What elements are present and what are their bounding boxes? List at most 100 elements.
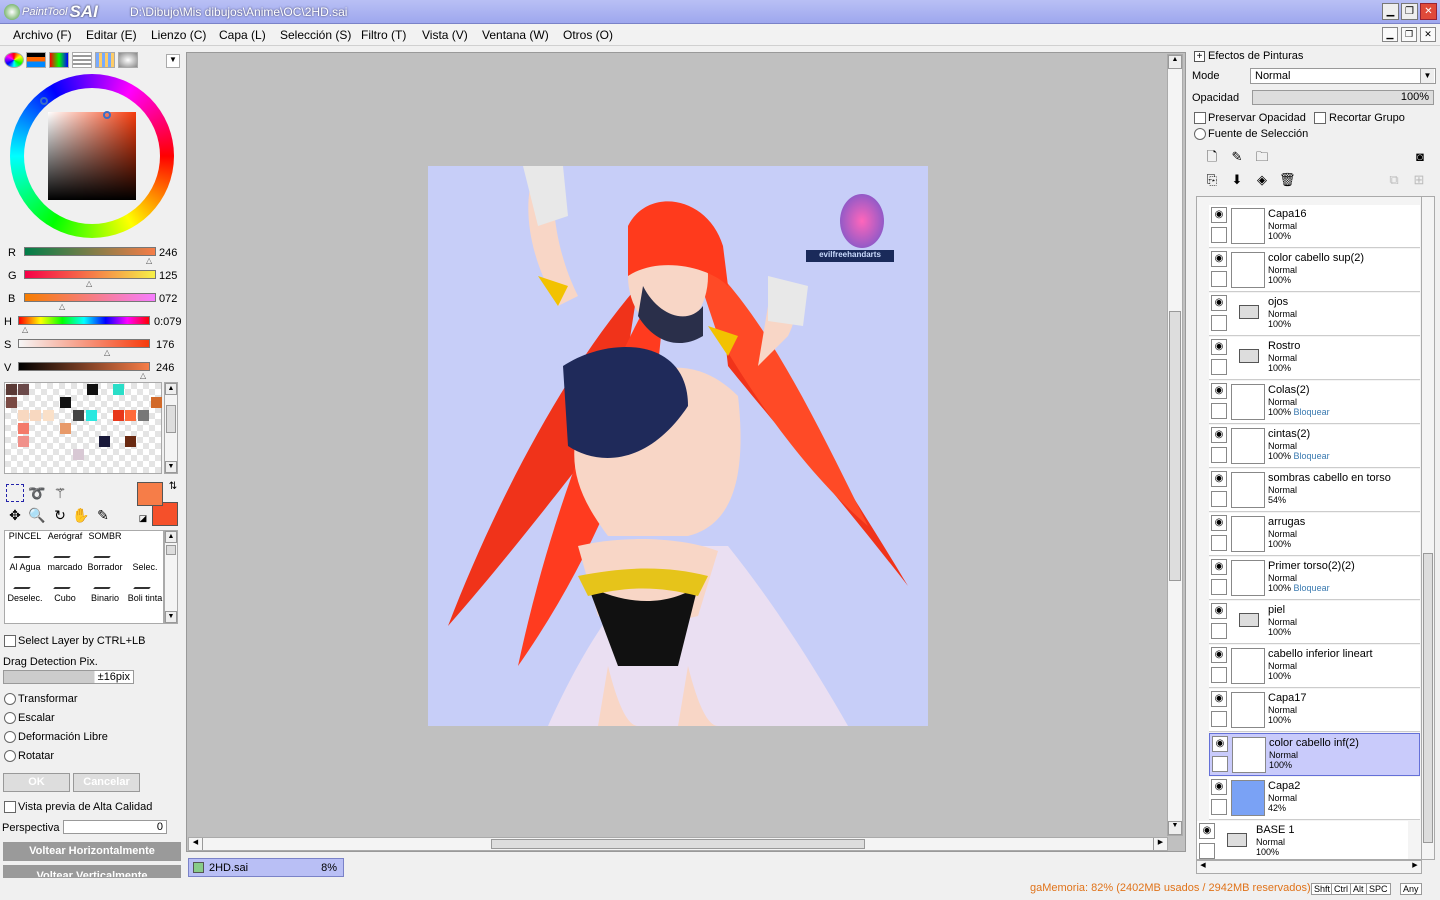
layer-row[interactable]: ◉ cintas(2) Normal 100% Bloquear <box>1209 425 1420 468</box>
swatch[interactable] <box>125 436 136 447</box>
flip-vertical-button[interactable]: Voltear Verticalmente <box>3 865 181 878</box>
swatch[interactable] <box>6 384 17 395</box>
scroll-down-icon[interactable]: ▼ <box>165 461 177 473</box>
slider-v[interactable]: V △ 246 <box>0 360 180 380</box>
maximize-button[interactable]: ❐ <box>1401 3 1418 20</box>
slider-r-track[interactable] <box>24 247 156 256</box>
layer-row[interactable]: ◉ Rostro Normal 100% <box>1209 337 1420 380</box>
layer-lock-icon[interactable] <box>1211 623 1227 639</box>
hand-icon[interactable]: ✋ <box>72 506 90 524</box>
visibility-eye-icon[interactable]: ◉ <box>1211 779 1227 795</box>
brush-scrollbar[interactable]: ▲ ▼ <box>164 530 178 624</box>
swatch[interactable] <box>60 397 71 408</box>
menu-archivo[interactable]: Archivo (F) <box>13 28 72 42</box>
slider-v-handle-icon[interactable]: △ <box>140 371 146 380</box>
drag-detection-slider[interactable]: ±16pix <box>3 670 134 684</box>
brush-aerografo[interactable]: Aerógraf <box>45 531 85 562</box>
slider-b-track[interactable] <box>24 293 156 302</box>
opacity-slider[interactable]: 100% <box>1252 90 1434 105</box>
layer-lock-icon[interactable] <box>1211 403 1227 419</box>
menu-seleccion[interactable]: Selección (S) <box>280 28 351 42</box>
layer-row[interactable]: ◉ cabello inferior lineart Normal 100% <box>1209 645 1420 688</box>
rotate-icon[interactable]: ↻ <box>51 506 69 524</box>
swatch[interactable] <box>6 397 17 408</box>
swatch[interactable] <box>30 410 41 421</box>
slider-b-handle-icon[interactable]: △ <box>59 302 65 311</box>
layer-row[interactable]: ◉ arrugas Normal 100% <box>1209 513 1420 556</box>
swatch[interactable] <box>87 384 98 395</box>
scroll-down-icon[interactable]: ▼ <box>1168 821 1182 835</box>
hue-marker-icon[interactable] <box>40 97 48 105</box>
scroll-right-icon[interactable]: ▶ <box>1409 861 1421 873</box>
visibility-eye-icon[interactable]: ◉ <box>1199 823 1215 839</box>
brush-al-agua[interactable]: Al Agua <box>5 562 45 593</box>
visibility-eye-icon[interactable]: ◉ <box>1211 691 1227 707</box>
swatch[interactable] <box>60 423 71 434</box>
free-deform-radio[interactable] <box>4 731 16 743</box>
layer-vertical-scrollbar[interactable] <box>1421 196 1435 860</box>
swatch[interactable] <box>125 410 136 421</box>
visibility-eye-icon[interactable]: ◉ <box>1211 647 1227 663</box>
visibility-eye-icon[interactable]: ◉ <box>1211 515 1227 531</box>
brush-pincel[interactable]: PINCEL <box>5 531 45 562</box>
scroll-thumb[interactable] <box>1169 311 1181 581</box>
rotate-radio[interactable] <box>4 750 16 762</box>
layer-lock-icon[interactable] <box>1211 711 1227 727</box>
hq-preview-checkbox[interactable] <box>4 801 16 813</box>
delete-layer-icon[interactable]: 🗑 <box>1279 172 1296 188</box>
layer-row[interactable]: ◉ Capa16 Normal 100% <box>1209 205 1420 248</box>
brush-cubo[interactable]: Cubo <box>45 593 85 624</box>
swatch[interactable] <box>18 384 29 395</box>
mdi-minimize-button[interactable]: ▁ <box>1382 27 1398 42</box>
mdi-restore-button[interactable]: ❐ <box>1401 27 1417 42</box>
rgb-slider-tab-icon[interactable] <box>26 52 46 68</box>
swatch[interactable] <box>18 410 29 421</box>
visibility-eye-icon[interactable]: ◉ <box>1211 251 1227 267</box>
reset-colors-icon[interactable]: ◪ <box>134 509 152 527</box>
apply-mask-icon[interactable]: ⊞ <box>1411 172 1427 188</box>
scroll-left-icon[interactable]: ◀ <box>189 838 203 850</box>
layer-lock-icon[interactable] <box>1211 227 1227 243</box>
layer-panel-toggle-icon[interactable]: ◙ <box>1412 149 1428 165</box>
layer-row[interactable]: ◉ color cabello inf(2) Normal 100% <box>1209 733 1420 776</box>
layer-row[interactable]: ◉ ojos Normal 100% <box>1209 293 1420 336</box>
swatch[interactable] <box>73 449 84 460</box>
slider-g[interactable]: G △ 125 <box>4 268 184 288</box>
swatch[interactable] <box>99 436 110 447</box>
scroll-right-icon[interactable]: ▶ <box>1153 838 1167 850</box>
layer-row[interactable]: ◉ sombras cabello en torso Normal 54% <box>1209 469 1420 512</box>
visibility-eye-icon[interactable]: ◉ <box>1211 383 1227 399</box>
mode-dropdown[interactable]: Normal ▼ <box>1250 68 1436 84</box>
visibility-eye-icon[interactable]: ◉ <box>1211 339 1227 355</box>
scroll-thumb[interactable] <box>1423 553 1433 843</box>
layer-row[interactable]: ◉ Capa2 Normal 42% <box>1209 777 1420 820</box>
menu-vista[interactable]: Vista (V) <box>422 28 468 42</box>
layer-row[interactable]: ◉ Colas(2) Normal 100% Bloquear <box>1209 381 1420 424</box>
brush-boli-tinta[interactable]: Boli tinta <box>125 593 165 624</box>
layer-lock-icon[interactable] <box>1211 271 1227 287</box>
magic-wand-icon[interactable]: ⚚ <box>51 484 69 502</box>
menu-capa[interactable]: Capa (L) <box>219 28 266 42</box>
scroll-thumb[interactable] <box>491 839 865 849</box>
canvas-viewport[interactable]: evilfreehandarts <box>186 52 1186 852</box>
layer-list[interactable]: ◉ Capa16 Normal 100% ◉ color cabello sup(2) N… <box>1196 196 1422 860</box>
swatch[interactable] <box>86 410 97 421</box>
layer-lock-icon[interactable] <box>1212 756 1228 772</box>
mdi-close-button[interactable]: ✕ <box>1420 27 1436 42</box>
visibility-eye-icon[interactable]: ◉ <box>1211 295 1227 311</box>
transform-radio[interactable] <box>4 693 16 705</box>
preserve-opacity-checkbox[interactable] <box>1194 112 1206 124</box>
swatch[interactable] <box>151 397 162 408</box>
select-layer-checkbox[interactable] <box>4 635 16 647</box>
swatch[interactable] <box>18 423 29 434</box>
hsv-slider-tab-icon[interactable] <box>49 52 69 68</box>
visibility-eye-icon[interactable]: ◉ <box>1211 559 1227 575</box>
slider-g-track[interactable] <box>24 270 156 279</box>
canvas-vertical-scrollbar[interactable]: ▲ ▼ <box>1167 54 1183 836</box>
slider-r[interactable]: R △ 246 <box>4 245 184 265</box>
visibility-eye-icon[interactable]: ◉ <box>1212 736 1228 752</box>
scroll-up-icon[interactable]: ▲ <box>165 383 177 395</box>
canvas-horizontal-scrollbar[interactable]: ◀ ▶ <box>188 837 1168 851</box>
layer-lock-icon[interactable] <box>1211 579 1227 595</box>
new-folder-icon[interactable]: 🗀 <box>1254 149 1270 165</box>
